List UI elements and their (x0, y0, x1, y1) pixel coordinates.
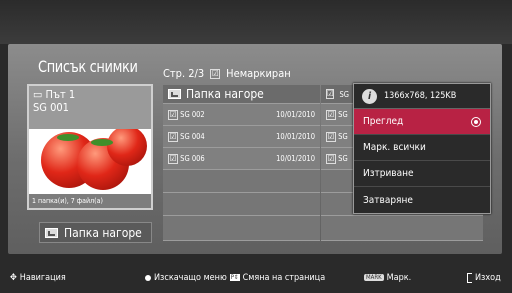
leaf-image (91, 139, 113, 146)
top-band (0, 0, 512, 44)
folder-up-label: Папка нагоре (64, 225, 142, 240)
checkbox-icon: ☑ (326, 89, 335, 99)
checkbox-icon: ☑ (326, 131, 336, 142)
checkbox-icon: ☑ (168, 109, 178, 120)
file-name: SG 002 (180, 110, 205, 119)
checkbox-icon: ☑ (326, 109, 336, 120)
help-navigation: ✥ Навигация (10, 272, 66, 283)
radio-selected-icon (471, 117, 481, 127)
list-item[interactable]: ☑ SG 004 10/01/2010 (163, 126, 320, 148)
checkbox-icon: ☑ (326, 153, 336, 164)
list-item[interactable]: ☑ SG (321, 85, 353, 104)
folder-up-row-label: Папка нагоре (186, 87, 264, 101)
unmarked-label: Немаркиран (226, 67, 291, 80)
help-exit: Изход (467, 272, 501, 283)
page-info: Стр. 2/3 ☑ Немаркиран (163, 67, 291, 80)
preview-path: Път 1 (45, 88, 76, 101)
file-info: i 1366x768, 125KB (354, 84, 490, 109)
file-date: 10/01/2010 (276, 154, 315, 163)
exit-icon (467, 272, 472, 283)
list-item[interactable]: ☑ SG (321, 126, 353, 148)
page-number: Стр. 2/3 (163, 67, 205, 80)
info-icon: i (362, 88, 377, 104)
footer-help-bar: ✥ Навигация Изскачащо меню P⇕ Смяна на с… (0, 262, 512, 293)
mark-button-icon: MARK (364, 274, 384, 281)
empty-row (163, 170, 320, 193)
folder-up-button[interactable]: Папка нагоре (39, 222, 152, 243)
menu-item-delete[interactable]: Изтриване (354, 161, 490, 187)
navigation-arrows-icon: ✥ (10, 272, 17, 283)
file-date: 10/01/2010 (276, 132, 315, 141)
file-date: 10/01/2010 (276, 110, 315, 119)
preview-name: SG 001 (33, 101, 69, 114)
leaf-image (57, 134, 79, 141)
screen-title: Списък снимки (38, 57, 138, 76)
folder-up-icon (168, 89, 181, 99)
file-name: SG 004 (180, 132, 205, 141)
checkbox-icon: ☑ (168, 153, 178, 164)
list-item[interactable]: ☑ SG 002 10/01/2010 (163, 104, 320, 126)
page-button-icon: P⇕ (229, 274, 240, 281)
empty-row (163, 193, 320, 216)
menu-item-close[interactable]: Затваряне (354, 187, 490, 213)
preview-info: ▭ Път 1 SG 001 (29, 86, 151, 129)
list-item[interactable]: ☑ SG (321, 104, 353, 126)
list-item[interactable]: ☑ SG (321, 148, 353, 170)
menu-item-mark-all[interactable]: Марк. всички (354, 135, 490, 161)
empty-row (321, 216, 483, 241)
help-popup: Изскачащо меню P⇕ Смяна на страница (145, 273, 325, 283)
ok-button-icon (145, 274, 151, 281)
menu-item-view[interactable]: Преглед (354, 109, 490, 135)
preview-stats: 1 папка(и), 7 файл(а) (29, 194, 151, 208)
tomato-image (107, 126, 147, 166)
checkbox-icon: ☑ (168, 131, 178, 142)
checkbox-icon: ☑ (210, 68, 221, 79)
file-name: SG 006 (180, 154, 205, 163)
file-info-text: 1366x768, 125KB (384, 91, 457, 101)
folder-icon: ▭ (33, 88, 46, 101)
help-mark: MARK Марк. (364, 272, 412, 283)
context-menu: i 1366x768, 125KB Преглед Марк. всички И… (353, 83, 491, 214)
folder-up-icon (45, 227, 58, 238)
list-item[interactable]: ☑ SG 006 10/01/2010 (163, 148, 320, 170)
folder-up-row[interactable]: Папка нагоре (163, 85, 320, 104)
empty-row (163, 216, 320, 241)
preview-thumbnail[interactable]: ▭ Път 1 SG 001 1 папка(и), 7 файл(а) (27, 84, 153, 210)
